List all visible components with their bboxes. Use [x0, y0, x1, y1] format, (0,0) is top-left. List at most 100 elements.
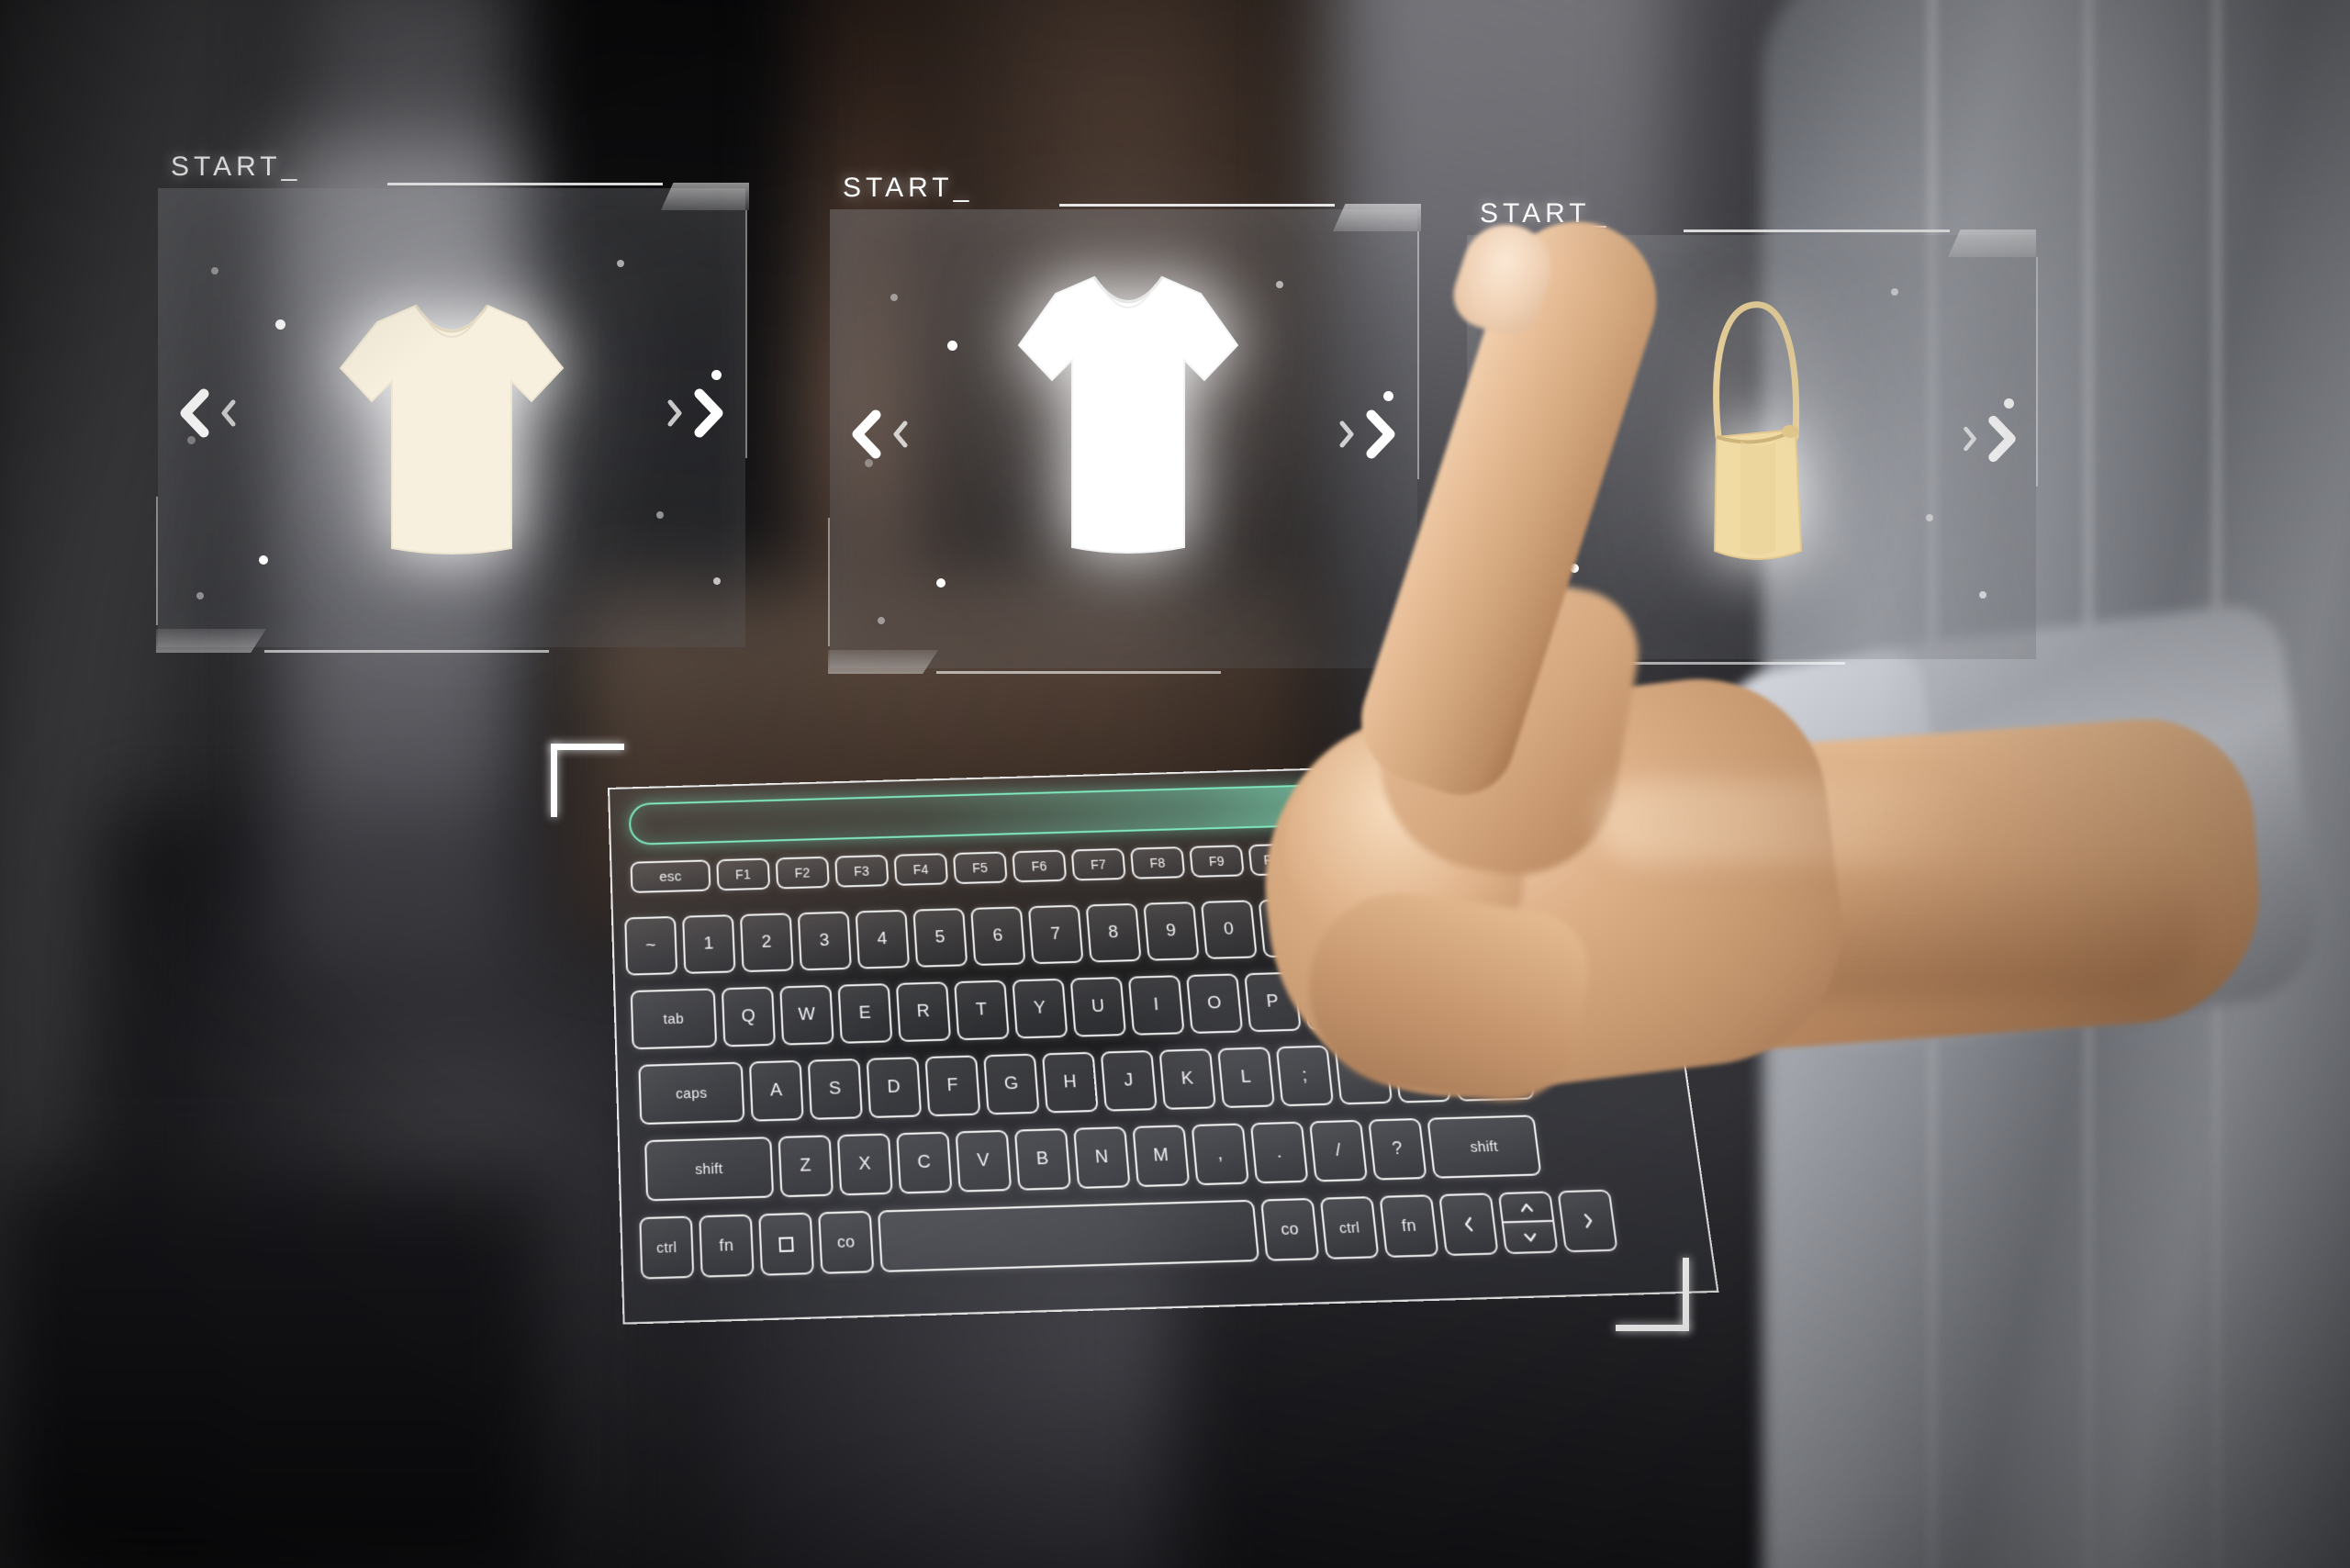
key-s[interactable]: S	[807, 1058, 863, 1120]
key-sym[interactable]: =	[1315, 896, 1373, 957]
key-shift[interactable]: shift	[644, 1137, 775, 1202]
key-f7[interactable]: F7	[1070, 847, 1126, 881]
key-f12[interactable]: F12	[1365, 839, 1423, 873]
key-f3[interactable]: F3	[834, 855, 890, 888]
key-7[interactable]: 7	[1027, 904, 1084, 965]
key-label: F12	[1381, 847, 1407, 865]
next-button-panel-2[interactable]	[1337, 409, 1399, 459]
key-sym[interactable]: ~	[624, 915, 678, 976]
key-co[interactable]: co	[818, 1210, 875, 1274]
key-ctrl[interactable]: ctrl	[639, 1215, 695, 1280]
key-delete[interactable]: delete	[1372, 892, 1507, 955]
key-f1[interactable]: F1	[716, 857, 771, 891]
key-spacebar[interactable]	[877, 1199, 1260, 1273]
key-sym[interactable]: ,	[1191, 1123, 1249, 1186]
prev-button-panel-2[interactable]	[848, 409, 911, 459]
product-panel-1[interactable]: START_	[156, 151, 749, 653]
key-1[interactable]: 1	[682, 914, 736, 974]
key-fn[interactable]: fn	[699, 1214, 755, 1278]
key-r[interactable]: R	[895, 981, 952, 1043]
key-f9[interactable]: F9	[1189, 845, 1245, 878]
key-enter[interactable]: enter	[1417, 966, 1520, 1027]
prev-button-panel-3[interactable]	[1483, 415, 1542, 463]
key-6[interactable]: 6	[970, 906, 1026, 967]
key-sym[interactable]: [	[1302, 969, 1360, 1031]
key-e[interactable]: E	[837, 983, 893, 1044]
key-sym[interactable]: '	[1334, 1043, 1393, 1105]
key-sym[interactable]: ?	[1368, 1117, 1427, 1181]
key-y[interactable]: Y	[1012, 978, 1069, 1039]
key-d[interactable]: D	[866, 1057, 923, 1119]
product-panel-3[interactable]: START_	[1465, 198, 2038, 665]
key-j[interactable]: J	[1100, 1049, 1158, 1112]
key-w[interactable]: W	[779, 984, 834, 1046]
key-sym[interactable]: .	[1249, 1121, 1309, 1184]
key-f2[interactable]: F2	[775, 856, 830, 890]
key-k[interactable]: K	[1158, 1048, 1216, 1110]
key-f[interactable]: F	[924, 1055, 981, 1117]
key-c[interactable]: C	[896, 1131, 953, 1194]
next-button-panel-3[interactable]	[1961, 415, 2020, 463]
key-8[interactable]: 8	[1085, 902, 1142, 963]
key-sym[interactable]: -	[1258, 898, 1315, 958]
key-shift[interactable]: shift	[1427, 1114, 1542, 1179]
key-arrow-up[interactable]	[1497, 1191, 1555, 1224]
key-p[interactable]: P	[1244, 971, 1302, 1033]
key-label: 5	[934, 927, 946, 947]
prev-button-panel-1[interactable]	[176, 388, 239, 438]
key-arrow-right-icon[interactable]	[1557, 1189, 1618, 1253]
key-sym[interactable]: ]	[1360, 969, 1418, 1029]
key-4[interactable]: 4	[855, 909, 911, 969]
key-tab[interactable]: tab	[630, 988, 718, 1050]
key-q[interactable]: Q	[721, 986, 776, 1047]
key-z[interactable]: Z	[778, 1135, 834, 1198]
product-image-white-tshirt[interactable]	[1004, 264, 1252, 567]
key-label: Q	[741, 1005, 756, 1027]
key-arrow-updown[interactable]	[1497, 1191, 1559, 1255]
key-3[interactable]: 3	[797, 911, 852, 971]
key-f10[interactable]: F10	[1248, 843, 1304, 877]
key-b[interactable]: B	[1013, 1127, 1071, 1191]
virtual-keyboard[interactable]: esc F1 F2 F3 F4 F5 F6 F7 F8 F9 F10 F11 F12 ~1 2 3 4 5 6 7 8…	[551, 744, 1719, 1331]
key-fn[interactable]: fn	[1379, 1194, 1439, 1259]
key-f11[interactable]: F11	[1306, 841, 1363, 875]
key-blank[interactable]	[1450, 1039, 1536, 1102]
key-window[interactable]	[758, 1212, 815, 1276]
key-ctrl[interactable]: ctrl	[1319, 1196, 1380, 1260]
key-l[interactable]: L	[1217, 1047, 1276, 1109]
key-arrow-down[interactable]	[1501, 1221, 1559, 1255]
key-2[interactable]: 2	[739, 913, 794, 973]
key-v[interactable]: V	[955, 1129, 1013, 1193]
key-f8[interactable]: F8	[1129, 846, 1186, 879]
key-f4[interactable]: F4	[893, 853, 949, 886]
key-m[interactable]: M	[1132, 1125, 1191, 1188]
product-image-bucket-bag[interactable]	[1662, 275, 1845, 588]
key-h[interactable]: H	[1041, 1051, 1099, 1114]
key-sym[interactable]: "	[1393, 1041, 1452, 1103]
key-arrow-left-icon[interactable]	[1438, 1193, 1499, 1257]
key-n[interactable]: N	[1073, 1126, 1131, 1189]
key-u[interactable]: U	[1069, 976, 1127, 1037]
search-progress-bar[interactable]	[628, 776, 1606, 846]
key-t[interactable]: T	[954, 980, 1010, 1041]
key-esc[interactable]: esc	[630, 859, 711, 893]
key-sym[interactable]: ;	[1275, 1045, 1335, 1107]
key-a[interactable]: A	[748, 1059, 804, 1122]
key-f6[interactable]: F6	[1012, 849, 1068, 883]
key-x[interactable]: X	[836, 1133, 893, 1196]
key-f5[interactable]: F5	[952, 851, 1008, 885]
key-caps[interactable]: caps	[638, 1061, 745, 1126]
key-co[interactable]: co	[1260, 1197, 1320, 1261]
key-label: F9	[1208, 853, 1225, 869]
key-9[interactable]: 9	[1143, 902, 1200, 961]
next-button-panel-1[interactable]	[665, 388, 727, 438]
product-panel-2[interactable]: START_	[828, 173, 1421, 674]
key-o[interactable]: O	[1185, 973, 1244, 1035]
key-sym[interactable]: /	[1308, 1119, 1369, 1182]
key-i[interactable]: I	[1127, 975, 1185, 1036]
key-g[interactable]: G	[983, 1053, 1040, 1115]
key-0[interactable]: 0	[1200, 900, 1258, 959]
key-label: H	[1062, 1071, 1078, 1092]
key-5[interactable]: 5	[912, 908, 968, 968]
product-image-cream-tshirt[interactable]	[328, 289, 576, 565]
